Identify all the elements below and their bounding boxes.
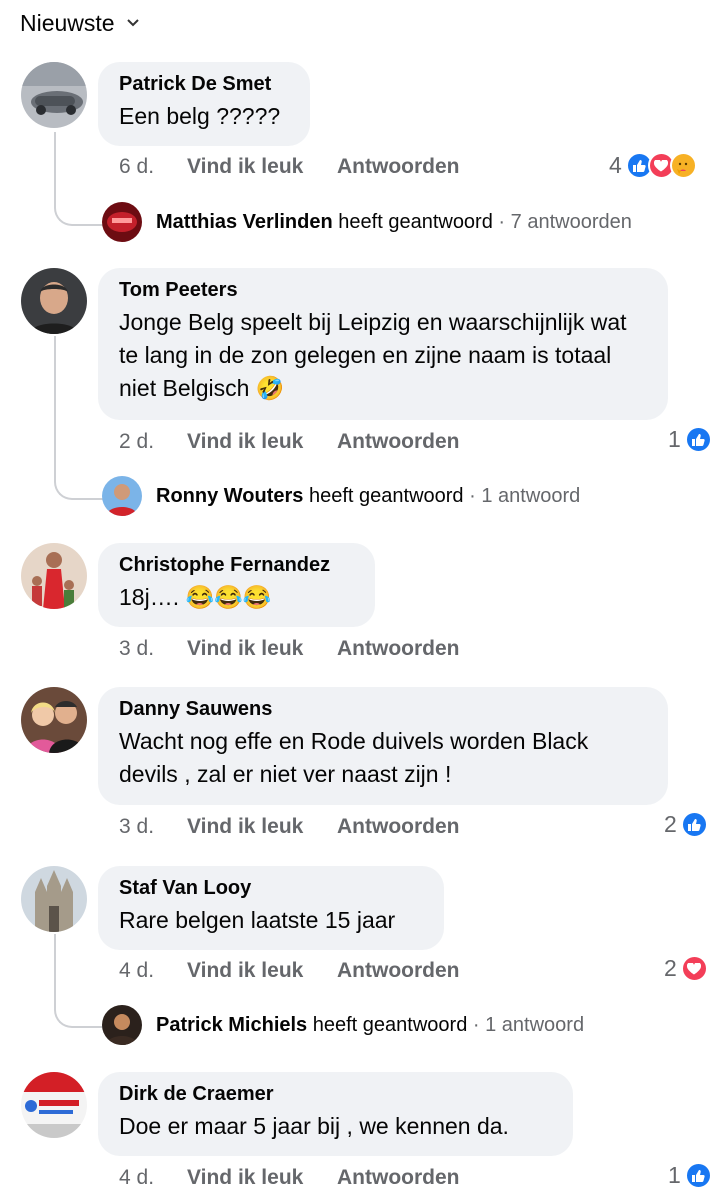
avatar[interactable] — [21, 687, 87, 753]
reply-dot: · — [498, 210, 506, 233]
reply-avatar — [102, 1005, 142, 1045]
comment-time[interactable]: 4 d. — [119, 959, 187, 983]
comment-time[interactable]: 2 d. — [119, 430, 187, 454]
like-button[interactable]: Vind ik leuk — [187, 1166, 337, 1190]
thread-line — [54, 336, 104, 500]
comment-time[interactable]: 3 d. — [119, 815, 187, 839]
sort-dropdown[interactable]: Nieuwste — [20, 10, 139, 37]
reply-button[interactable]: Antwoorden — [337, 430, 459, 454]
comment-text: Rare belgen laatste 15 jaar — [119, 907, 396, 933]
reaction-summary[interactable]: 1 — [668, 426, 712, 453]
reaction-count: 1 — [668, 1162, 681, 1188]
comment-actions: 6 d. Vind ik leuk Antwoorden — [119, 155, 459, 179]
like-icon — [684, 1162, 712, 1189]
comment-actions: 2 d. Vind ik leuk Antwoorden — [119, 430, 459, 454]
reply-count: 7 antwoorden — [510, 210, 632, 233]
reaction-count: 4 — [609, 152, 622, 178]
like-button[interactable]: Vind ik leuk — [187, 637, 337, 661]
avatar[interactable] — [21, 866, 87, 932]
comment-author[interactable]: Danny Sauwens — [119, 697, 647, 721]
like-button[interactable]: Vind ik leuk — [187, 959, 337, 983]
comment-bubble: Staf Van Looy Rare belgen laatste 15 jaa… — [98, 866, 444, 950]
comment-actions: 3 d. Vind ik leuk Antwoorden — [119, 815, 459, 839]
like-icon — [684, 426, 712, 453]
comment-author[interactable]: Dirk de Craemer — [119, 1082, 552, 1106]
reaction-count: 1 — [668, 426, 681, 452]
reply-count: 1 antwoord — [481, 484, 581, 507]
comment-bubble: Patrick De Smet Een belg ????? — [98, 62, 310, 146]
comment-time[interactable]: 4 d. — [119, 1166, 187, 1190]
reply-author: Patrick Michiels — [156, 1013, 308, 1036]
comment-author[interactable]: Christophe Fernandez — [119, 553, 354, 577]
like-button[interactable]: Vind ik leuk — [187, 815, 337, 839]
care-icon — [669, 152, 697, 179]
reply-summary[interactable]: Patrick Michiels heeft geantwoord · 1 an… — [102, 1005, 584, 1045]
comment-text: Een belg ????? — [119, 103, 281, 129]
comment-text: Jonge Belg speelt bij Leipzig en waarsch… — [119, 309, 627, 401]
avatar[interactable] — [21, 543, 87, 609]
comment-actions: 4 d. Vind ik leuk Antwoorden — [119, 1166, 459, 1190]
avatar[interactable] — [21, 62, 87, 128]
reply-avatar — [102, 476, 142, 516]
like-icon — [680, 811, 708, 838]
reaction-count: 2 — [664, 811, 677, 837]
reply-button[interactable]: Antwoorden — [337, 637, 459, 661]
reply-count: 1 antwoord — [485, 1013, 585, 1036]
comment-bubble: Danny Sauwens Wacht nog effe en Rode dui… — [98, 687, 668, 805]
reply-verb: heeft geantwoord — [312, 1013, 468, 1036]
comment-time[interactable]: 6 d. — [119, 155, 187, 179]
comment-author[interactable]: Patrick De Smet — [119, 72, 289, 96]
reaction-summary[interactable]: 2 — [664, 811, 708, 838]
chevron-down-icon — [126, 15, 139, 30]
reply-button[interactable]: Antwoorden — [337, 1166, 459, 1190]
comment-author[interactable]: Staf Van Looy — [119, 876, 423, 900]
comment-author[interactable]: Tom Peeters — [119, 278, 647, 302]
like-button[interactable]: Vind ik leuk — [187, 430, 337, 454]
avatar[interactable] — [21, 1072, 87, 1138]
reply-dot: · — [472, 1013, 480, 1036]
comment-text: Wacht nog effe en Rode duivels worden Bl… — [119, 728, 589, 787]
comment-time[interactable]: 3 d. — [119, 637, 187, 661]
comment-bubble: Christophe Fernandez 18j…. 😂😂😂 — [98, 543, 375, 627]
reply-summary[interactable]: Matthias Verlinden heeft geantwoord · 7 … — [102, 202, 632, 242]
reply-author: Ronny Wouters — [156, 484, 304, 507]
reply-button[interactable]: Antwoorden — [337, 815, 459, 839]
reply-author: Matthias Verlinden — [156, 210, 333, 233]
sort-label: Nieuwste — [20, 10, 115, 36]
comment-bubble: Dirk de Craemer Doe er maar 5 jaar bij ,… — [98, 1072, 573, 1156]
reaction-summary[interactable]: 4 — [609, 152, 697, 179]
thread-line — [54, 934, 104, 1028]
like-button[interactable]: Vind ik leuk — [187, 155, 337, 179]
thread-line — [54, 132, 104, 226]
comment-text: Doe er maar 5 jaar bij , we kennen da. — [119, 1113, 509, 1139]
comment-actions: 4 d. Vind ik leuk Antwoorden — [119, 959, 459, 983]
comment-actions: 3 d. Vind ik leuk Antwoorden — [119, 637, 459, 661]
reaction-count: 2 — [664, 955, 677, 981]
reply-dot: · — [469, 484, 476, 507]
reply-summary[interactable]: Ronny Wouters heeft geantwoord · 1 antwo… — [102, 476, 580, 516]
avatar[interactable] — [21, 268, 87, 334]
love-icon — [680, 955, 708, 982]
reaction-summary[interactable]: 2 — [664, 955, 708, 982]
comment-bubble: Tom Peeters Jonge Belg speelt bij Leipzi… — [98, 268, 668, 420]
comment-text: 18j…. 😂😂😂 — [119, 584, 272, 610]
reaction-summary[interactable]: 1 — [668, 1162, 712, 1189]
reply-button[interactable]: Antwoorden — [337, 959, 459, 983]
reply-verb: heeft geantwoord — [338, 210, 493, 233]
reply-verb: heeft geantwoord — [308, 484, 464, 507]
reply-avatar — [102, 202, 142, 242]
reply-button[interactable]: Antwoorden — [337, 155, 459, 179]
